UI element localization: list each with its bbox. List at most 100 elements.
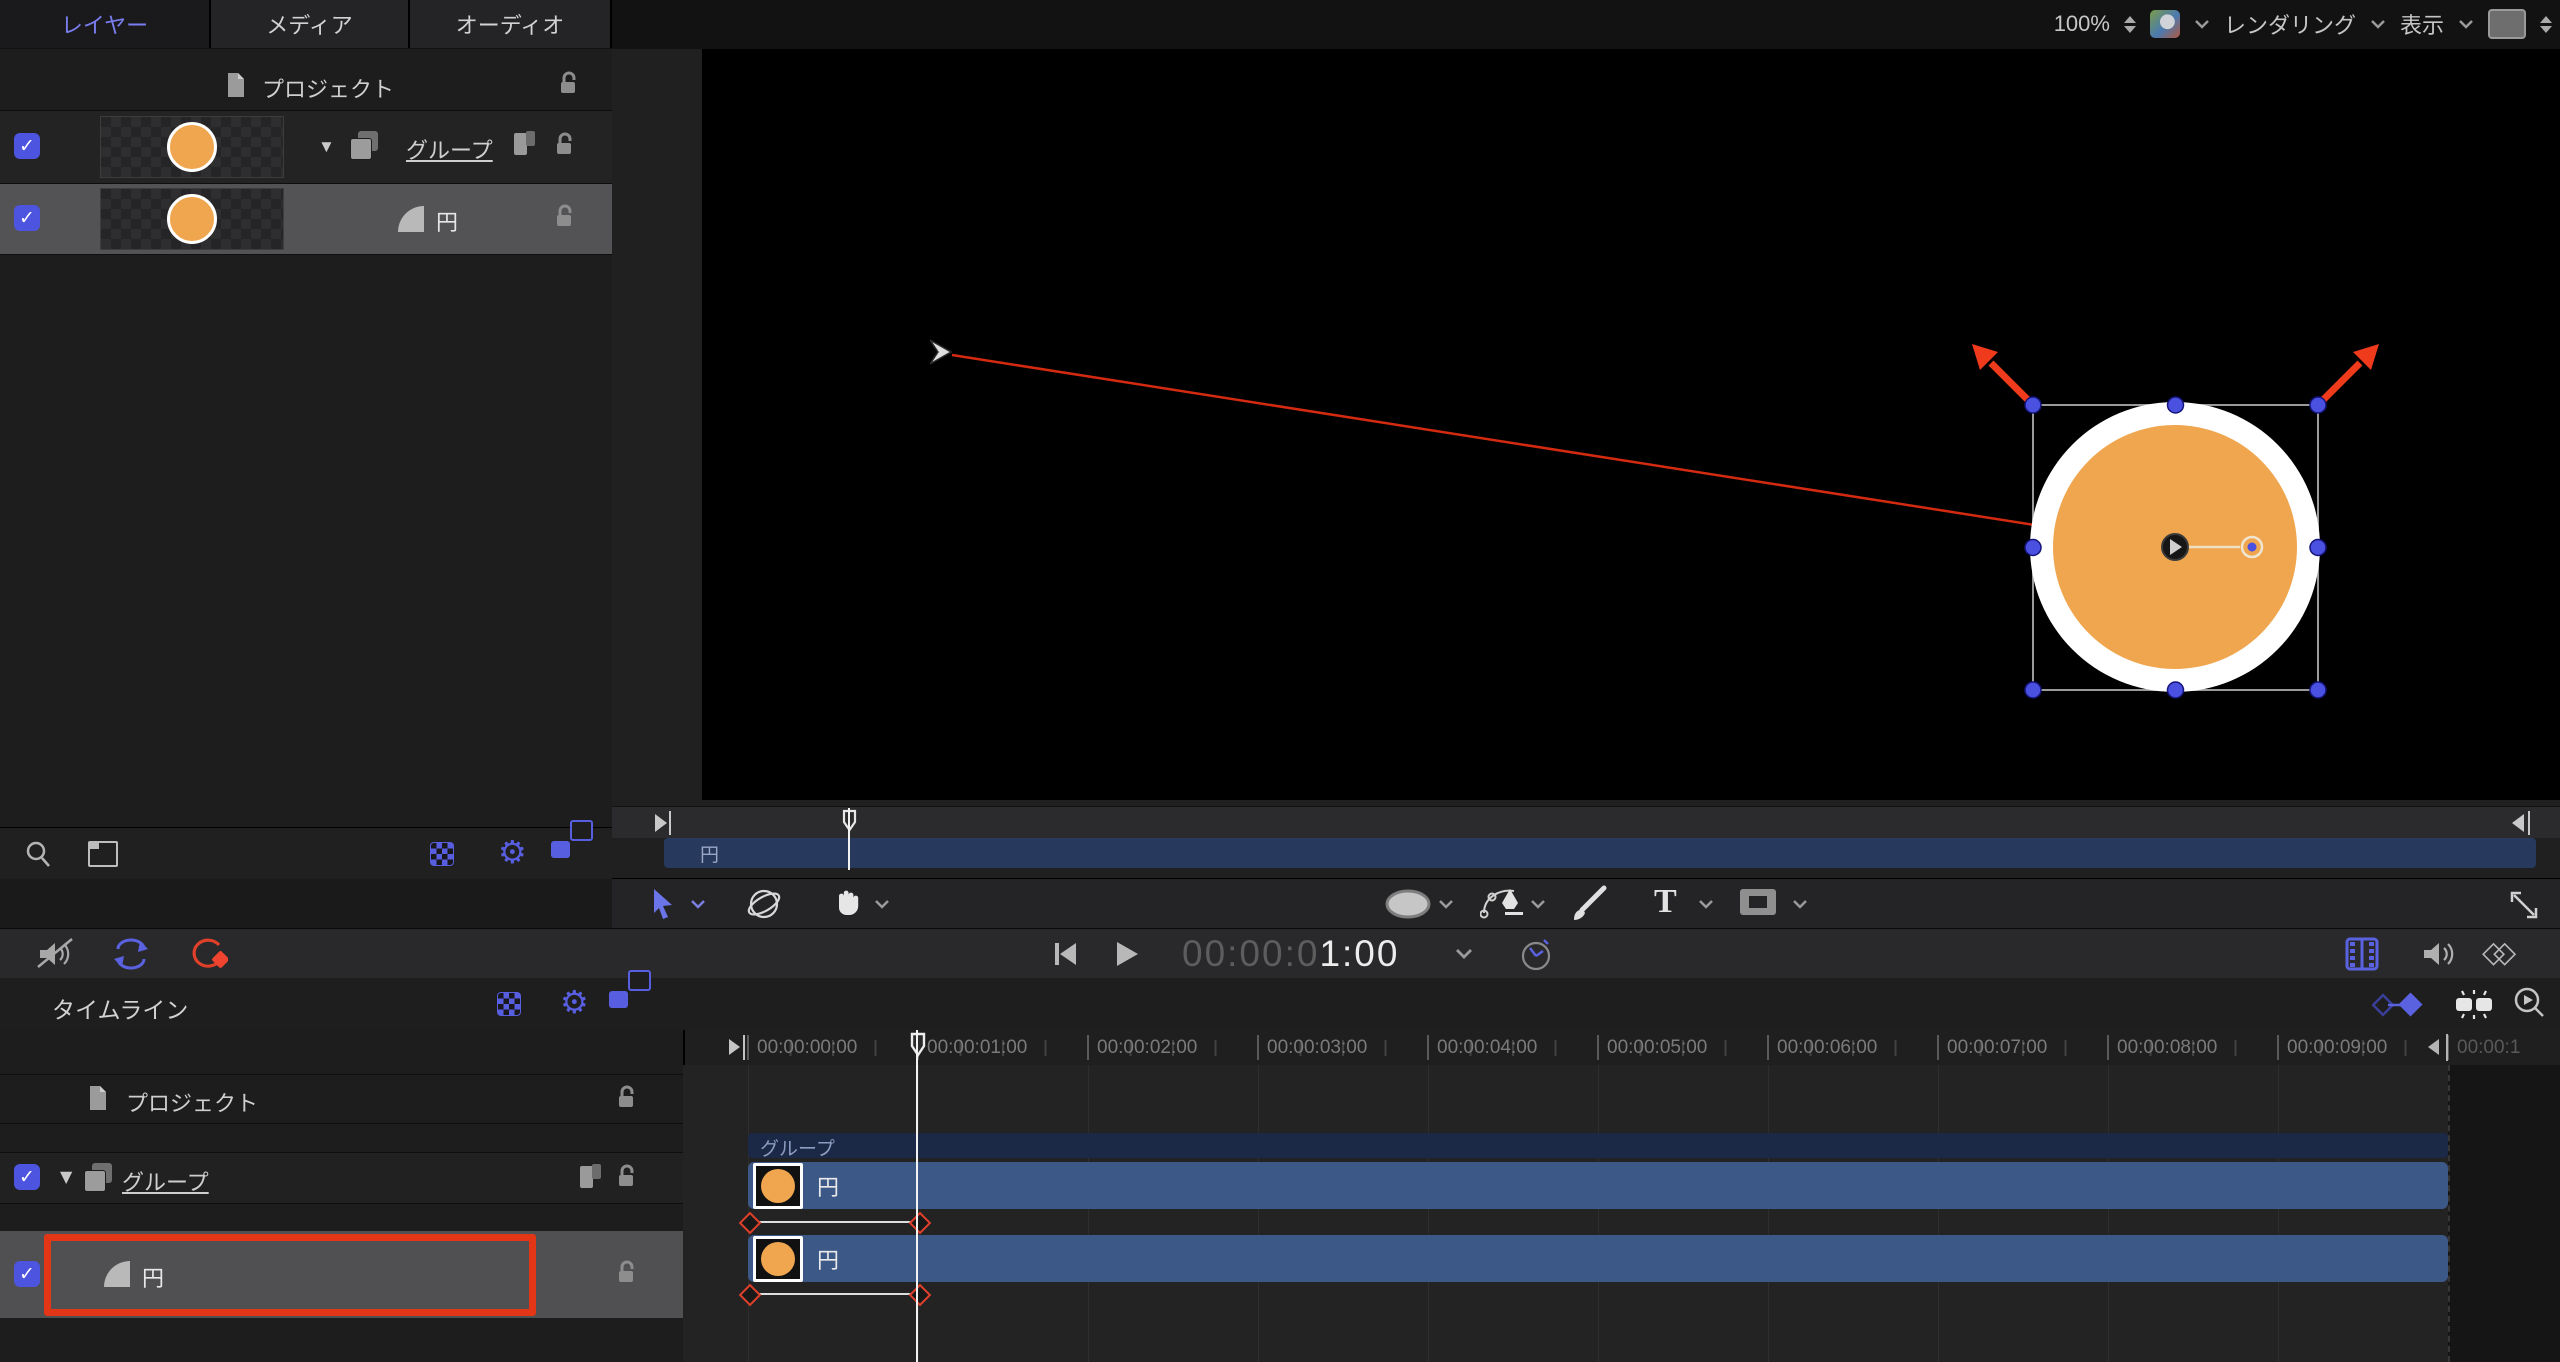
mask-tool-icon[interactable] <box>1740 889 1776 915</box>
search-icon[interactable] <box>24 840 52 873</box>
expand-view-icon[interactable] <box>2506 887 2542 928</box>
timeline-playhead[interactable] <box>916 1030 918 1362</box>
timecode-display[interactable]: 00:00:01:00 <box>1182 933 1399 975</box>
group-row[interactable]: ▼ グループ <box>0 111 612 184</box>
3d-transform-tool-icon[interactable] <box>744 886 784 927</box>
disclosure-triangle-icon[interactable]: ▼ <box>318 137 335 157</box>
handle-top-right[interactable] <box>2310 397 2326 413</box>
paint-tool-icon[interactable] <box>1568 884 1608 929</box>
display-menu[interactable]: 表示 <box>2400 8 2444 40</box>
loop-playback-icon[interactable] <box>110 937 152 976</box>
handle-bottom-left[interactable] <box>2025 682 2041 698</box>
zoom-level-value[interactable]: 100% <box>2054 11 2110 37</box>
group-visibility-checkbox[interactable] <box>14 133 40 159</box>
circle-visibility-checkbox[interactable] <box>14 205 40 231</box>
handle-mid-left[interactable] <box>2025 540 2041 556</box>
mini-timeline-ruler[interactable] <box>612 806 2560 840</box>
mini-timeline-bar[interactable]: 円 <box>664 838 2536 868</box>
show-keyframes-icon[interactable]: ◇◇ <box>2482 935 2504 970</box>
timeline-group-row[interactable]: ▼ グループ <box>0 1152 683 1204</box>
handle-bottom-right[interactable] <box>2310 682 2326 698</box>
circle-visibility-checkbox[interactable] <box>14 1261 40 1287</box>
lock-icon[interactable] <box>556 70 582 98</box>
hand-tool-chevron-icon[interactable] <box>874 899 890 909</box>
shape-tool-chevron-icon[interactable] <box>1438 899 1454 909</box>
timeline-tracks[interactable]: グループ 円 円 <box>683 1065 2560 1362</box>
timeline-gear-icon[interactable]: ⚙ <box>560 983 589 1021</box>
text-tool-chevron-icon[interactable] <box>1698 899 1714 909</box>
handle-top-left[interactable] <box>2025 397 2041 413</box>
project-end-marker-icon[interactable] <box>2428 1039 2439 1055</box>
channel-swatch-icon[interactable] <box>2150 10 2180 38</box>
group-visibility-checkbox[interactable] <box>14 1164 40 1190</box>
group-track-bar[interactable]: グループ <box>748 1133 2448 1158</box>
handle-top-center[interactable] <box>2168 397 2184 413</box>
project-label: プロジェクト <box>262 72 394 104</box>
timer-icon[interactable] <box>1518 936 1554 977</box>
mini-playhead[interactable] <box>848 808 850 870</box>
tab-media-label: メディア <box>266 8 352 40</box>
mini-play-range-start-icon[interactable] <box>655 814 667 832</box>
lock-icon[interactable] <box>614 1259 640 1287</box>
select-tool-chevron-icon[interactable] <box>690 899 706 909</box>
mask-tool-chevron-icon[interactable] <box>1792 899 1808 909</box>
playhead-pin-icon[interactable] <box>909 1032 928 1058</box>
background-swatch-icon[interactable] <box>2488 9 2526 39</box>
lock-icon[interactable] <box>552 131 578 159</box>
motion-path-start-icon[interactable] <box>930 340 951 364</box>
circle-row-selected[interactable]: 円 <box>0 184 612 255</box>
select-tool-icon[interactable] <box>650 887 678 921</box>
circle-track-bar-2[interactable]: 円 <box>748 1235 2448 1282</box>
lock-icon[interactable] <box>614 1163 640 1191</box>
bezier-tool-icon[interactable] <box>1480 883 1524 928</box>
channel-chevron-icon[interactable] <box>2194 19 2210 29</box>
shape-tool-icon[interactable] <box>1384 889 1432 926</box>
handle-bottom-center[interactable] <box>2168 682 2184 698</box>
timeline-project-row[interactable]: プロジェクト <box>0 1074 683 1124</box>
circle-label[interactable]: 円 <box>436 205 458 237</box>
audio-mute-icon[interactable] <box>36 937 76 976</box>
timecode-chevron-icon[interactable] <box>1455 948 1473 960</box>
group-thumbnail[interactable] <box>100 116 284 178</box>
circle-thumbnail[interactable] <box>100 188 284 250</box>
lock-icon[interactable] <box>614 1084 640 1112</box>
tab-audio[interactable]: オーディオ <box>410 0 612 48</box>
timeline-ruler[interactable]: 00:00:00:00 00:00:01:00 00:00:02:00 00:0… <box>683 1030 2560 1066</box>
shape-icon <box>398 206 424 232</box>
timeline-zoom-icon[interactable] <box>2512 986 2548 1027</box>
disclosure-triangle-icon[interactable]: ▼ <box>60 1167 72 1186</box>
blend-mode-icon[interactable] <box>578 1162 608 1199</box>
filter-checkerboard-icon[interactable] <box>430 842 454 866</box>
project-row[interactable]: プロジェクト <box>0 60 612 111</box>
keyframe-segment-2 <box>748 1293 918 1295</box>
tab-layers[interactable]: レイヤー <box>0 0 211 48</box>
show-keyframes-toggle-icon[interactable] <box>2372 990 2428 1023</box>
layout-columns-icon[interactable] <box>88 841 118 867</box>
play-icon[interactable] <box>1114 940 1140 973</box>
show-audio-track-icon[interactable] <box>2420 937 2458 976</box>
text-tool-icon[interactable]: T <box>1654 885 1677 919</box>
handle-mid-right[interactable] <box>2310 540 2326 556</box>
tab-media[interactable]: メディア <box>211 0 410 48</box>
blend-mode-icon[interactable] <box>512 129 542 166</box>
project-end-bar <box>2446 1034 2448 1061</box>
bezier-tool-chevron-icon[interactable] <box>1530 899 1546 909</box>
trim-clips-icon[interactable] <box>2448 988 2500 1025</box>
record-icon[interactable] <box>188 936 228 977</box>
background-stepper[interactable] <box>2540 16 2552 33</box>
render-menu[interactable]: レンダリング <box>2224 8 2356 40</box>
group-label[interactable]: グループ <box>406 133 493 165</box>
zoom-stepper[interactable] <box>2124 16 2136 33</box>
mini-play-range-end-icon[interactable] <box>2512 814 2524 832</box>
go-to-start-icon[interactable] <box>1052 941 1078 972</box>
show-video-track-icon[interactable] <box>2344 937 2380 976</box>
hand-tool-icon[interactable] <box>830 884 864 927</box>
timeline-filter-checkerboard-icon[interactable] <box>497 992 521 1016</box>
timeline-group-label[interactable]: グループ <box>122 1165 209 1197</box>
ruler-label: 00:00:03:00 <box>1267 1037 1367 1059</box>
gear-icon[interactable]: ⚙ <box>498 833 527 871</box>
circle-track-bar-1[interactable]: 円 <box>748 1162 2448 1209</box>
mini-playhead-pin-icon[interactable] <box>841 809 859 833</box>
motion-path[interactable] <box>952 355 2175 547</box>
lock-icon[interactable] <box>552 203 578 231</box>
